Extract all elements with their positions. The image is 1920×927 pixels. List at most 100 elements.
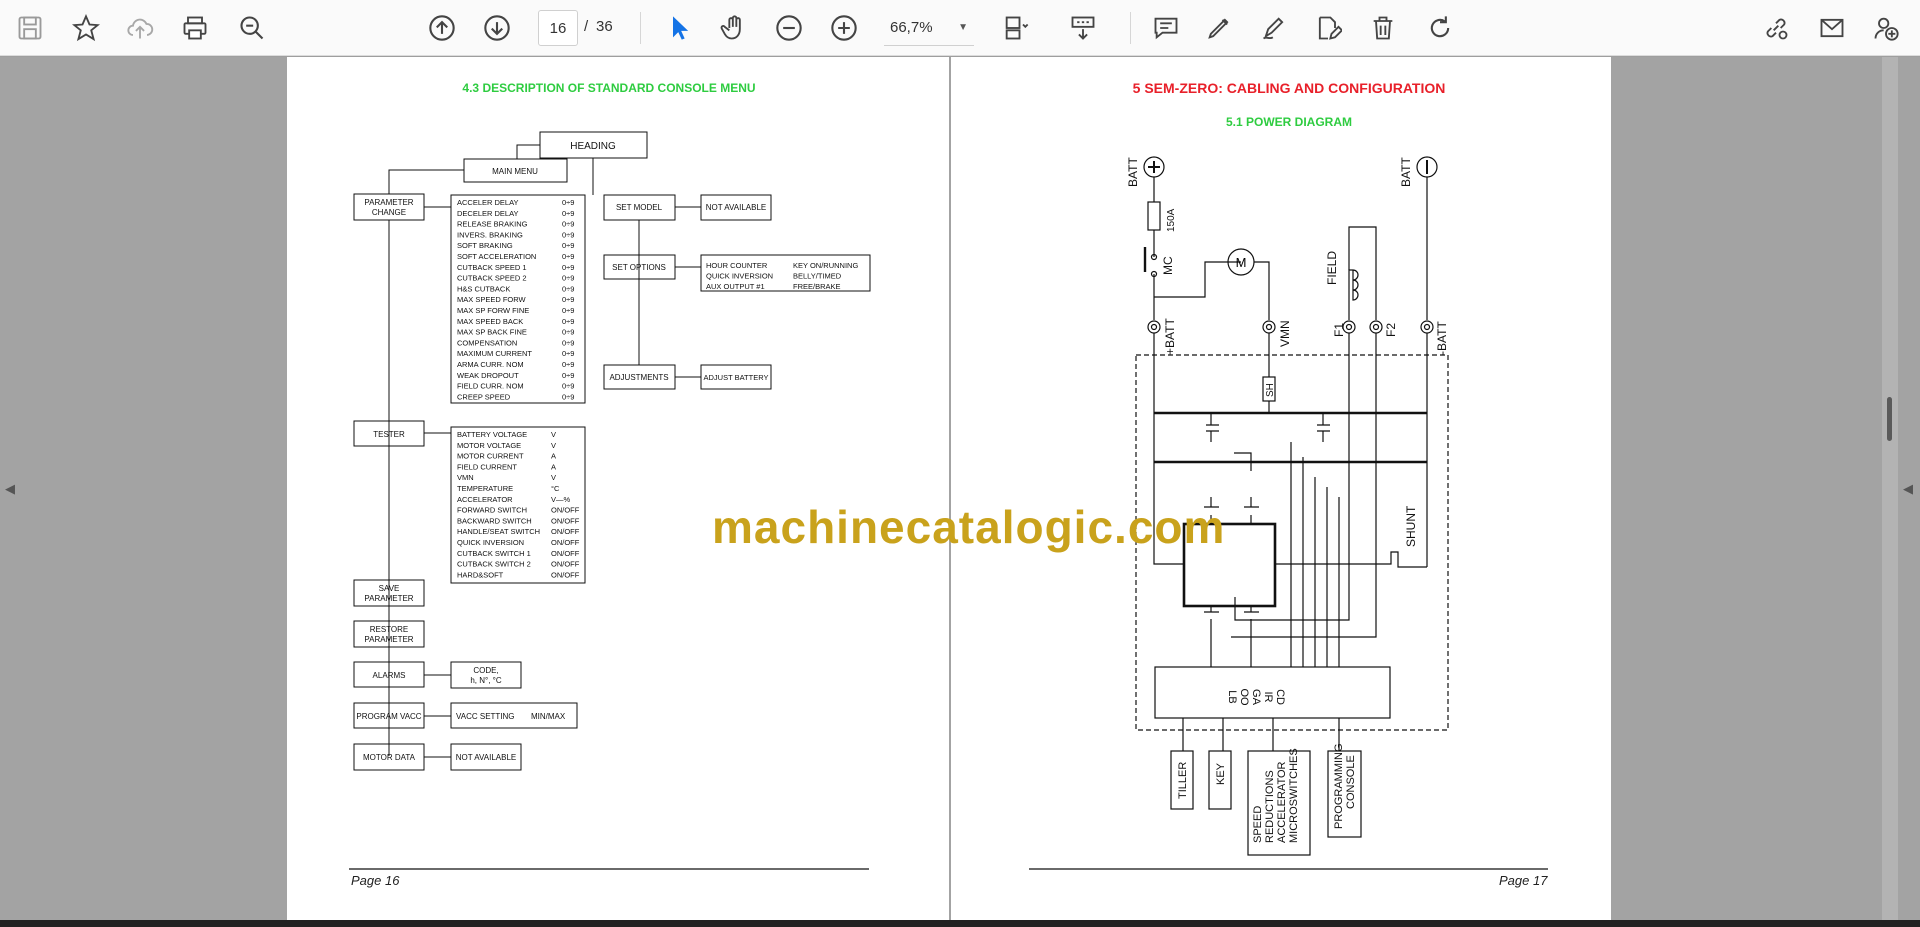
collapse-right-pane-icon[interactable]: ◀ — [1900, 477, 1916, 501]
cloud-upload-icon[interactable] — [120, 8, 160, 48]
parameter-row-label: SOFT ACCELERATION — [457, 252, 536, 261]
option-row-label: QUICK INVERSION — [706, 272, 773, 281]
fit-page-icon[interactable] — [996, 8, 1036, 48]
tester-row-label: BATTERY VOLTAGE — [457, 430, 527, 439]
parameter-row-value: 0÷9 — [562, 230, 574, 239]
tester-row-value: V — [551, 430, 556, 439]
zoom-level-select[interactable]: 66,7% ▼ — [884, 10, 974, 46]
tester-row-label: VMN — [457, 473, 474, 482]
tester-row-value: A — [551, 462, 556, 471]
zoom-level-value: 66,7% — [890, 19, 933, 36]
node-alarms: ALARMS — [373, 671, 406, 680]
tester-row-label: CUTBACK SWITCH 2 — [457, 560, 531, 569]
svg-text:PARAMETER: PARAMETER — [364, 635, 413, 644]
parameter-row-value: 0÷9 — [562, 198, 574, 207]
page-number-input[interactable] — [538, 10, 578, 46]
highlight-pen-icon[interactable] — [1199, 8, 1239, 48]
option-row-value: FREE/BRAKE — [793, 282, 841, 291]
tester-row-value: ON/OFF — [551, 527, 580, 536]
pdf-viewer-app: / 36 66,7% ▼ — [0, 0, 1920, 927]
edit-pdf-icon[interactable] — [1308, 8, 1348, 48]
scrollbar-thumb[interactable] — [1887, 397, 1892, 441]
logic-label-line: LB — [1226, 690, 1238, 703]
zoom-in-icon[interactable] — [824, 8, 864, 48]
parameter-row-label: MAXIMUM CURRENT — [457, 349, 532, 358]
document-viewer[interactable]: ◀ 4.3 DESCRIPTION OF STANDARD CONSOLE ME… — [0, 57, 1920, 920]
parameter-row-value: 0÷9 — [562, 328, 574, 337]
comment-icon[interactable] — [1146, 8, 1186, 48]
parameter-row-value: 0÷9 — [562, 263, 574, 272]
node-main-menu: MAIN MENU — [492, 167, 538, 176]
tester-list: BATTERY VOLTAGE V MOTOR VOLTAGE V MOTOR CURR… — [457, 430, 580, 579]
parameter-row-label: MAX SP FORW FINE — [457, 306, 529, 315]
bookmark-star-icon[interactable] — [66, 8, 106, 48]
connector-programming-console: PROGRAMMING — [1333, 743, 1345, 829]
svg-text:PARAMETER: PARAMETER — [364, 594, 413, 603]
parameter-row-label: CREEP SPEED — [457, 392, 511, 401]
connector-tiller: TILLER — [1177, 762, 1189, 799]
email-icon[interactable] — [1812, 8, 1852, 48]
terminal-f2: F2 — [1384, 323, 1398, 337]
toolbar-divider — [640, 12, 641, 44]
add-user-icon[interactable] — [1866, 8, 1906, 48]
collapse-left-pane-icon[interactable]: ◀ — [2, 477, 18, 501]
options-list: HOUR COUNTER KEY ON/RUNNING QUICK INVERSIO… — [706, 261, 858, 291]
parameter-row-value: 0÷9 — [562, 306, 574, 315]
tester-row-label: HANDLE/SEAT SWITCH — [457, 527, 540, 536]
page-total: 36 — [596, 18, 613, 35]
svg-text:MICROSWITCHES: MICROSWITCHES — [1288, 748, 1300, 843]
share-link-icon[interactable] — [1756, 8, 1796, 48]
chevron-down-icon: ▼ — [958, 22, 968, 33]
tester-row-label: TEMPERATURE — [457, 484, 513, 493]
parameter-row-label: WEAK DROPOUT — [457, 371, 519, 380]
node-tester: TESTER — [373, 430, 405, 439]
rotate-icon[interactable] — [1420, 8, 1460, 48]
parameter-row-label: ACCELER DELAY — [457, 198, 519, 207]
node-min-max: MIN/MAX — [531, 712, 566, 721]
power-diagram: 5 SEM-ZERO: CABLING AND CONFIGURATION 5.… — [1029, 80, 1548, 870]
tester-row-value: ON/OFF — [551, 506, 580, 515]
draw-icon[interactable] — [1254, 8, 1294, 48]
tester-row-label: FIELD CURRENT — [457, 462, 517, 471]
right-page-title: 5 SEM-ZERO: CABLING AND CONFIGURATION — [1133, 80, 1446, 96]
tester-row-value: ON/OFF — [551, 570, 580, 579]
terminal-batt-pos: +BATT — [1163, 318, 1177, 355]
parameter-row-value: 0÷9 — [562, 220, 574, 229]
zoom-out-icon[interactable] — [769, 8, 809, 48]
tester-row-label: HARD&SOFT — [457, 570, 504, 579]
node-adjust-battery: ADJUST BATTERY — [703, 373, 768, 382]
toolbar: / 36 66,7% ▼ — [0, 0, 1920, 56]
zoom-find-icon[interactable] — [232, 8, 272, 48]
svg-text:h, N°, °C: h, N°, °C — [470, 676, 502, 685]
page-up-icon[interactable] — [422, 8, 462, 48]
hand-tool-icon[interactable] — [714, 8, 754, 48]
taskbar-strip — [0, 920, 1920, 927]
parameter-row-label: DECELER DELAY — [457, 209, 519, 218]
tester-row-value: ON/OFF — [551, 538, 580, 547]
node-set-model: SET MODEL — [616, 203, 663, 212]
vertical-scrollbar[interactable] — [1882, 57, 1898, 920]
select-cursor-icon[interactable] — [660, 8, 700, 48]
tester-row-label: FORWARD SWITCH — [457, 506, 527, 515]
parameter-row-value: 0÷9 — [562, 209, 574, 218]
save-icon[interactable] — [10, 8, 50, 48]
page-down-icon[interactable] — [477, 8, 517, 48]
delete-icon[interactable] — [1363, 8, 1403, 48]
label-batt-neg: BATT — [1399, 157, 1413, 187]
parameter-row-label: RELEASE BRAKING — [457, 220, 528, 229]
label-mc: MC — [1161, 256, 1175, 275]
option-row-value: KEY ON/RUNNING — [793, 261, 858, 270]
label-sh: SH — [1265, 383, 1276, 397]
page-label-right: Page 17 — [1499, 873, 1548, 888]
svg-text:REDUCTIONS: REDUCTIONS — [1264, 770, 1276, 843]
node-restore-parameter: RESTORE — [370, 625, 409, 634]
option-row-label: HOUR COUNTER — [706, 261, 768, 270]
print-icon[interactable] — [175, 8, 215, 48]
svg-text:CONSOLE: CONSOLE — [1345, 755, 1357, 809]
label-shunt: SHUNT — [1404, 505, 1418, 547]
scroll-mode-icon[interactable] — [1063, 8, 1103, 48]
page-16: 4.3 DESCRIPTION OF STANDARD CONSOLE MENU — [287, 57, 949, 920]
right-page-subtitle: 5.1 POWER DIAGRAM — [1226, 115, 1352, 129]
tester-row-label: QUICK INVERSION — [457, 538, 524, 547]
parameter-row-label: INVERS. BRAKING — [457, 230, 523, 239]
